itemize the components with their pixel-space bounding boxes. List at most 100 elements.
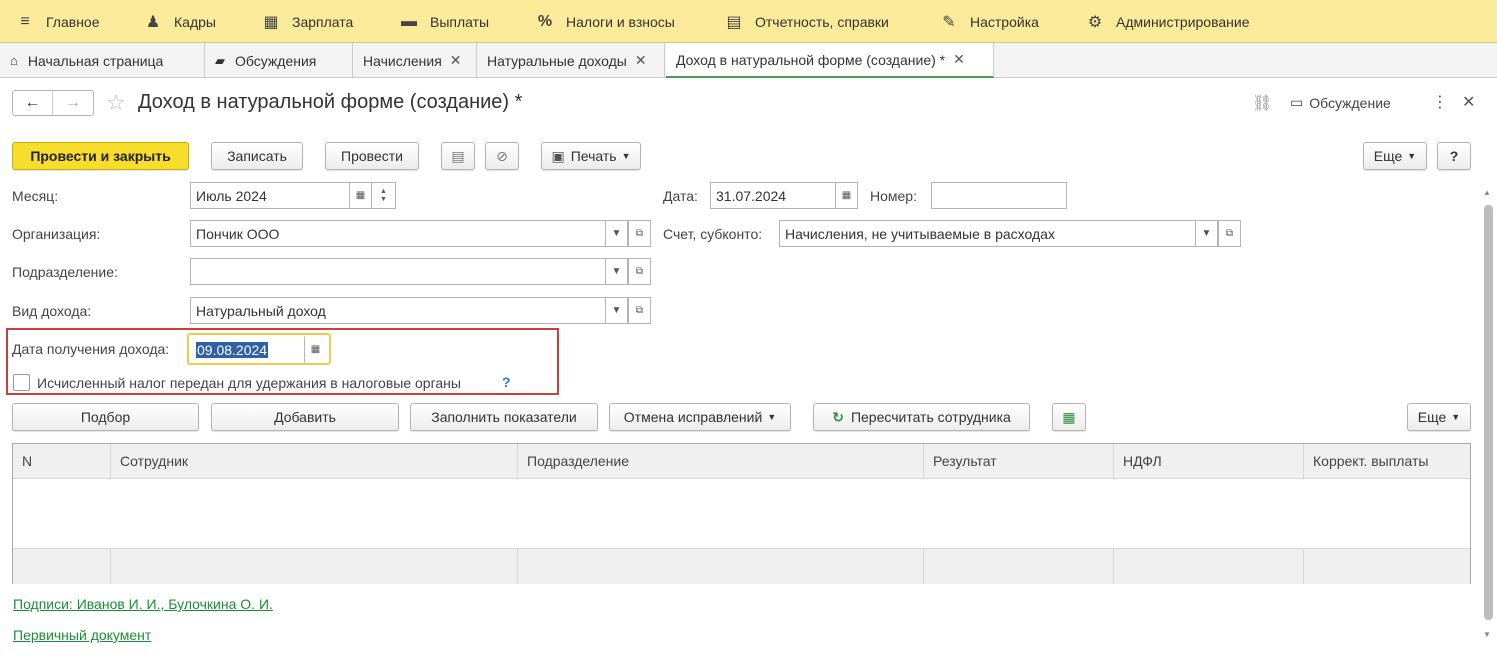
scroll-up-icon[interactable]: ▲: [1483, 188, 1491, 197]
printer-icon: ▣: [551, 147, 565, 164]
column-header[interactable]: Результат: [924, 444, 1114, 479]
tab-natural-income-create[interactable]: Доход в натуральной форме (создание) * ✕: [666, 43, 994, 78]
receipt-date-field[interactable]: 09.08.2024: [190, 336, 306, 363]
add-button[interactable]: Добавить: [211, 403, 399, 431]
table-footer-cell: [1114, 548, 1304, 584]
link-icon[interactable]: ⛓: [1252, 93, 1272, 113]
column-header[interactable]: Сотрудник: [111, 444, 518, 479]
chevron-down-icon: ▼: [380, 195, 387, 203]
dropdown-icon[interactable]: ▼: [605, 220, 628, 247]
cancel-fixes-button[interactable]: Отмена исправлений ▼: [609, 403, 791, 431]
home-icon: ⌂: [10, 53, 18, 68]
date-label: Дата:: [663, 188, 698, 204]
column-header[interactable]: Подразделение: [518, 444, 924, 479]
month-field[interactable]: Июль 2024: [190, 182, 350, 209]
tab-natural-income[interactable]: Натуральные доходы ✕: [477, 43, 665, 78]
tab-discussions[interactable]: ▰ Обсуждения: [205, 43, 353, 78]
main-menu-bar: ≡ Главное ♟ Кадры ▦ Зарплата ▬ Выплаты % Нало…: [0, 0, 1497, 43]
open-icon[interactable]: ⧉: [628, 220, 651, 247]
menu-item-main[interactable]: ≡ Главное: [16, 0, 99, 43]
close-icon[interactable]: ✕: [953, 51, 965, 68]
scrollbar-thumb[interactable]: [1484, 205, 1493, 620]
menu-item-salary[interactable]: ▦ Зарплата: [262, 0, 353, 43]
save-button[interactable]: Записать: [211, 142, 303, 170]
help-button[interactable]: ?: [1437, 142, 1471, 170]
dropdown-icon[interactable]: ▼: [1195, 220, 1218, 247]
paperclip-icon: ⊘: [496, 147, 508, 164]
date-field[interactable]: 31.07.2024: [710, 182, 836, 209]
tab-bar: ⌂ Начальная страница ▰ Обсуждения Начислен…: [0, 43, 1497, 78]
post-button[interactable]: Провести: [325, 142, 419, 170]
primary-document-link[interactable]: Первичный документ: [13, 627, 151, 643]
open-icon[interactable]: ⧉: [628, 297, 651, 324]
account-field[interactable]: Начисления, не учитываемые в расходах: [779, 220, 1196, 247]
close-icon[interactable]: ✕: [450, 52, 462, 69]
wallet-icon: ▬: [401, 12, 417, 30]
menu-item-reports[interactable]: ▤ Отчетность, справки: [725, 0, 888, 43]
scroll-down-icon[interactable]: ▼: [1483, 630, 1491, 639]
nav-buttons: ← →: [12, 90, 94, 116]
dropdown-icon[interactable]: ▼: [605, 297, 628, 324]
department-field[interactable]: [190, 258, 606, 285]
print-button[interactable]: ▣ Печать ▼: [541, 142, 641, 170]
column-header[interactable]: N: [13, 444, 111, 479]
open-icon[interactable]: ⧉: [1218, 220, 1241, 247]
organization-field[interactable]: Пончик ООО: [190, 220, 606, 247]
menu-item-payments[interactable]: ▬ Выплаты: [400, 0, 489, 43]
employees-table[interactable]: N Сотрудник Подразделение Результат НДФЛ…: [12, 443, 1471, 584]
chevron-up-icon: ▲: [380, 187, 387, 195]
people-icon: ♟: [145, 13, 161, 31]
number-label: Номер:: [870, 188, 917, 204]
recalculate-employee-button[interactable]: ↻ Пересчитать сотрудника: [813, 403, 1030, 431]
menu-item-taxes[interactable]: % Налоги и взносы: [536, 0, 675, 43]
column-header[interactable]: НДФЛ: [1114, 444, 1304, 479]
month-stepper[interactable]: ▲ ▼: [371, 182, 396, 209]
close-form-icon[interactable]: ✕: [1462, 92, 1475, 112]
close-icon[interactable]: ✕: [635, 52, 647, 69]
add-row-table-button[interactable]: ▦: [1052, 403, 1086, 431]
calendar-icon[interactable]: ▦: [835, 182, 858, 209]
calendar-icon[interactable]: ▦: [349, 182, 372, 209]
income-type-label: Вид дохода:: [12, 303, 92, 319]
report-button[interactable]: ▤: [441, 142, 475, 170]
table-footer-cell: [111, 548, 518, 584]
menu-item-admin[interactable]: ⚙ Администрирование: [1086, 0, 1250, 43]
pick-button[interactable]: Подбор: [12, 403, 199, 431]
tax-transferred-checkbox[interactable]: [13, 374, 30, 391]
attach-button[interactable]: ⊘: [485, 142, 519, 170]
table-footer-cell: [924, 548, 1114, 584]
discussion-button[interactable]: ▭ Обсуждение: [1290, 94, 1391, 111]
chevron-down-icon: ▼: [1407, 151, 1417, 161]
chat-icon: ▰: [215, 52, 225, 68]
document-icon: ▤: [451, 147, 465, 164]
help-link[interactable]: ?: [502, 374, 511, 390]
forward-arrow-icon[interactable]: →: [53, 91, 93, 115]
column-header[interactable]: Коррект. выплаты: [1304, 444, 1470, 479]
menu-item-hr[interactable]: ♟ Кадры: [144, 0, 216, 43]
income-type-field[interactable]: Натуральный доход: [190, 297, 606, 324]
fill-indicators-button[interactable]: Заполнить показатели: [410, 403, 598, 431]
post-and-close-button[interactable]: Провести и закрыть: [12, 142, 189, 170]
chevron-down-icon: ▼: [621, 151, 631, 161]
more-vertical-icon[interactable]: ⋮: [1432, 92, 1448, 112]
calendar-icon[interactable]: ▦: [304, 336, 327, 363]
tab-home[interactable]: ⌂ Начальная страница: [0, 43, 205, 78]
hamburger-icon: ≡: [20, 12, 30, 30]
chat-icon: ▭: [1290, 94, 1304, 110]
month-label: Месяц:: [12, 188, 59, 204]
department-label: Подразделение:: [12, 264, 118, 280]
tab-accruals[interactable]: Начисления ✕: [353, 43, 477, 78]
favorite-star-icon[interactable]: ☆: [106, 90, 126, 116]
signatures-link[interactable]: Подписи: Иванов И. И., Булочкина О. И.: [13, 596, 273, 612]
table-more-button[interactable]: Еще ▼: [1407, 403, 1471, 431]
dropdown-icon[interactable]: ▼: [605, 258, 628, 285]
report-icon: ▤: [726, 13, 742, 31]
number-field[interactable]: [931, 182, 1067, 209]
table-footer-cell: [518, 548, 924, 584]
menu-item-settings[interactable]: ✎ Настройка: [940, 0, 1039, 43]
table-footer-cell: [1304, 548, 1470, 584]
open-icon[interactable]: ⧉: [628, 258, 651, 285]
calculator-icon: ▦: [263, 13, 279, 31]
back-arrow-icon[interactable]: ←: [13, 91, 53, 115]
more-button[interactable]: Еще ▼: [1363, 142, 1427, 170]
